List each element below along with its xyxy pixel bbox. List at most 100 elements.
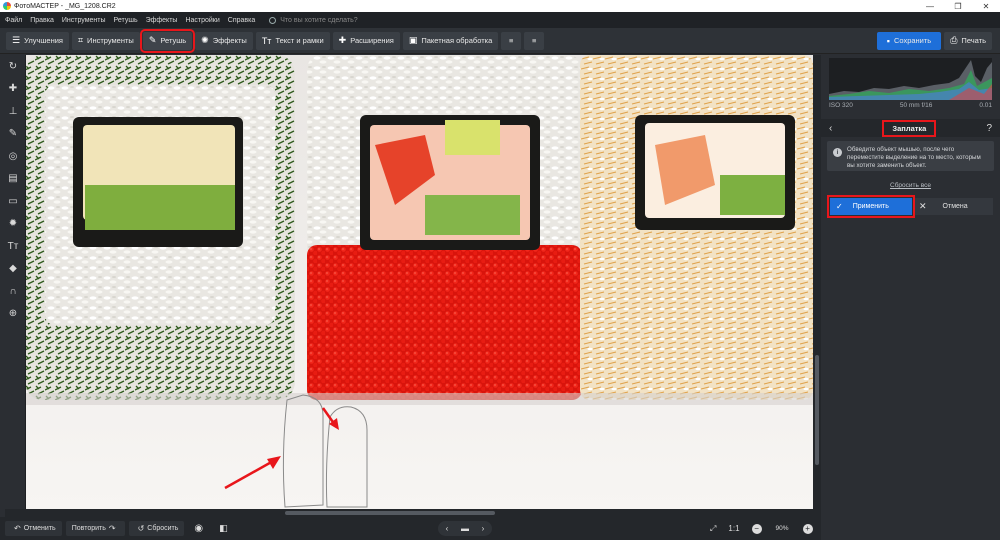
patch-icon: ✚	[8, 83, 18, 95]
search-input[interactable]	[280, 16, 371, 24]
back-arrow-icon[interactable]: ‹	[829, 123, 832, 134]
scroll-thumb[interactable]	[815, 355, 819, 465]
help-icon[interactable]: ?	[986, 123, 992, 134]
menu-help[interactable]: Справка	[228, 17, 255, 24]
tab-label: Расширения	[350, 36, 394, 45]
window-title: ФотоМАСТЕР - _MG_1208.CR2	[14, 2, 116, 10]
batch-processing-button[interactable]: ▣ Пакетная обработка	[402, 31, 499, 50]
actual-size-button[interactable]: 1:1	[728, 524, 739, 533]
light-tool[interactable]: ✹	[0, 213, 26, 236]
plus-icon: ✚	[338, 35, 347, 45]
undo-icon: ↶	[14, 524, 21, 533]
cancel-label: Отмена	[942, 203, 968, 210]
horizontal-scrollbar[interactable]	[5, 509, 813, 517]
vertical-scrollbar[interactable]	[813, 55, 821, 517]
tab-label: Инструменты	[87, 36, 134, 45]
apply-label: Применить	[852, 203, 889, 210]
floppy-icon: ▪	[886, 35, 890, 46]
tab-tools[interactable]: ⌗ Инструменты	[71, 31, 140, 50]
print-label: Печать	[961, 36, 986, 45]
tab-enhancements[interactable]: ☰ Улучшения	[6, 31, 69, 50]
reset-all-link[interactable]: Сбросить все	[821, 182, 1000, 189]
save-button[interactable]: ▪ Сохранить	[876, 31, 942, 50]
fill-tool[interactable]: ◆	[0, 258, 26, 281]
close-button[interactable]: ✕	[972, 2, 1000, 11]
photo-canvas[interactable]	[5, 55, 813, 509]
globe-tool[interactable]: ⊕	[0, 303, 26, 326]
maximize-button[interactable]: ❐	[944, 2, 972, 11]
shutter-value: 0.01	[979, 102, 992, 109]
preview-button[interactable]: ◉	[188, 521, 209, 536]
exif-info: ISO 320 50 mm f/16 0.01	[829, 102, 992, 109]
next-arrow-icon[interactable]: ›	[474, 521, 492, 536]
menu-effects[interactable]: Эффекты	[146, 17, 178, 24]
globe-icon: ⊕	[8, 308, 18, 320]
vignette-tool[interactable]: ▭	[0, 190, 26, 213]
text-icon: Tт	[261, 35, 272, 46]
gradient-icon: ▤	[8, 173, 18, 185]
cancel-button[interactable]: ✕ Отмена	[915, 198, 993, 215]
magnet-icon: ∩	[9, 285, 17, 297]
menu-retouch[interactable]: Ретушь	[114, 17, 138, 24]
iso-value: ISO 320	[829, 102, 853, 109]
stamp-icon: ⊥	[8, 105, 18, 117]
fill-icon: ◆	[9, 263, 17, 275]
menu-settings[interactable]: Настройки	[185, 17, 219, 24]
brush-tool[interactable]: ✎	[0, 123, 26, 146]
rotate-tool[interactable]: ↻	[0, 55, 26, 78]
tab-effects[interactable]: ✺ Эффекты	[195, 31, 253, 50]
redo-label: Повторить	[71, 525, 106, 532]
reset-label: Сбросить	[147, 525, 179, 532]
undo-button[interactable]: ↶ Отменить	[5, 521, 62, 536]
printer-icon: ⎙	[950, 35, 958, 45]
tab-retouch[interactable]: ✎ Ретушь	[139, 28, 196, 53]
zoom-value: 90%	[775, 525, 789, 532]
list-settings-button[interactable]: ≡	[524, 31, 545, 50]
tab-label: Текст и рамки	[275, 36, 324, 45]
zoom-out-icon[interactable]: −	[751, 523, 762, 534]
close-icon: ✕	[919, 201, 927, 211]
hint-text: Обведите объект мышью, после чего переме…	[847, 146, 981, 170]
tab-label: Эффекты	[212, 36, 247, 45]
retouch-tool-column: ↻ ✚ ⊥ ✎ ◎ ▤ ▭ ✹ Tт ◆ ∩ ⊕	[0, 55, 26, 517]
brush-icon: ✎	[148, 35, 157, 45]
light-icon: ✹	[8, 218, 18, 230]
redo-button[interactable]: Повторить ↷	[65, 521, 125, 536]
target-tool[interactable]: ◎	[0, 145, 26, 168]
menu-tools[interactable]: Инструменты	[62, 17, 106, 24]
scroll-thumb[interactable]	[285, 511, 495, 515]
crop-icon: ⌗	[77, 35, 84, 45]
reset-button[interactable]: ↺ Сбросить	[128, 521, 185, 536]
folder-icon[interactable]: ▬	[456, 521, 474, 536]
stamp-tool[interactable]: ⊥	[0, 100, 26, 123]
print-button[interactable]: ⎙ Печать	[944, 31, 992, 50]
apply-button[interactable]: ✓ Применить	[827, 195, 915, 218]
app-logo-icon	[3, 2, 11, 10]
magnet-tool[interactable]: ∩	[0, 280, 26, 303]
tab-text-frames[interactable]: Tт Текст и рамки	[255, 31, 330, 50]
save-label: Сохранить	[893, 36, 932, 45]
tab-extensions[interactable]: ✚ Расширения	[332, 31, 400, 50]
tab-label: Ретушь	[160, 36, 187, 45]
undo-label: Отменить	[23, 525, 56, 532]
gradient-tool[interactable]: ▤	[0, 168, 26, 191]
patch-tool[interactable]: ✚	[0, 78, 26, 101]
panel-title: Заплатка	[882, 119, 937, 137]
text-tool[interactable]: Tт	[0, 235, 26, 258]
vignette-icon: ▭	[8, 195, 18, 207]
brush-icon: ✎	[8, 128, 18, 140]
menu-file[interactable]: Файл	[5, 17, 22, 24]
zoom-in-icon[interactable]: +	[802, 523, 813, 534]
list-add-icon: ≡	[509, 36, 514, 45]
prev-arrow-icon[interactable]: ‹	[438, 521, 456, 536]
fit-screen-icon[interactable]: ⤢	[710, 524, 716, 534]
reset-icon: ↺	[137, 524, 145, 533]
menu-edit[interactable]: Правка	[30, 17, 54, 24]
sliders-icon: ☰	[12, 35, 21, 45]
minimize-button[interactable]: —	[916, 2, 944, 11]
compare-icon: ◧	[219, 523, 228, 533]
compare-button[interactable]: ◧	[213, 521, 234, 536]
rotate-icon: ↻	[8, 60, 18, 72]
add-to-list-button[interactable]: ≡	[501, 31, 522, 50]
magic-wand-icon: ✺	[201, 35, 209, 45]
